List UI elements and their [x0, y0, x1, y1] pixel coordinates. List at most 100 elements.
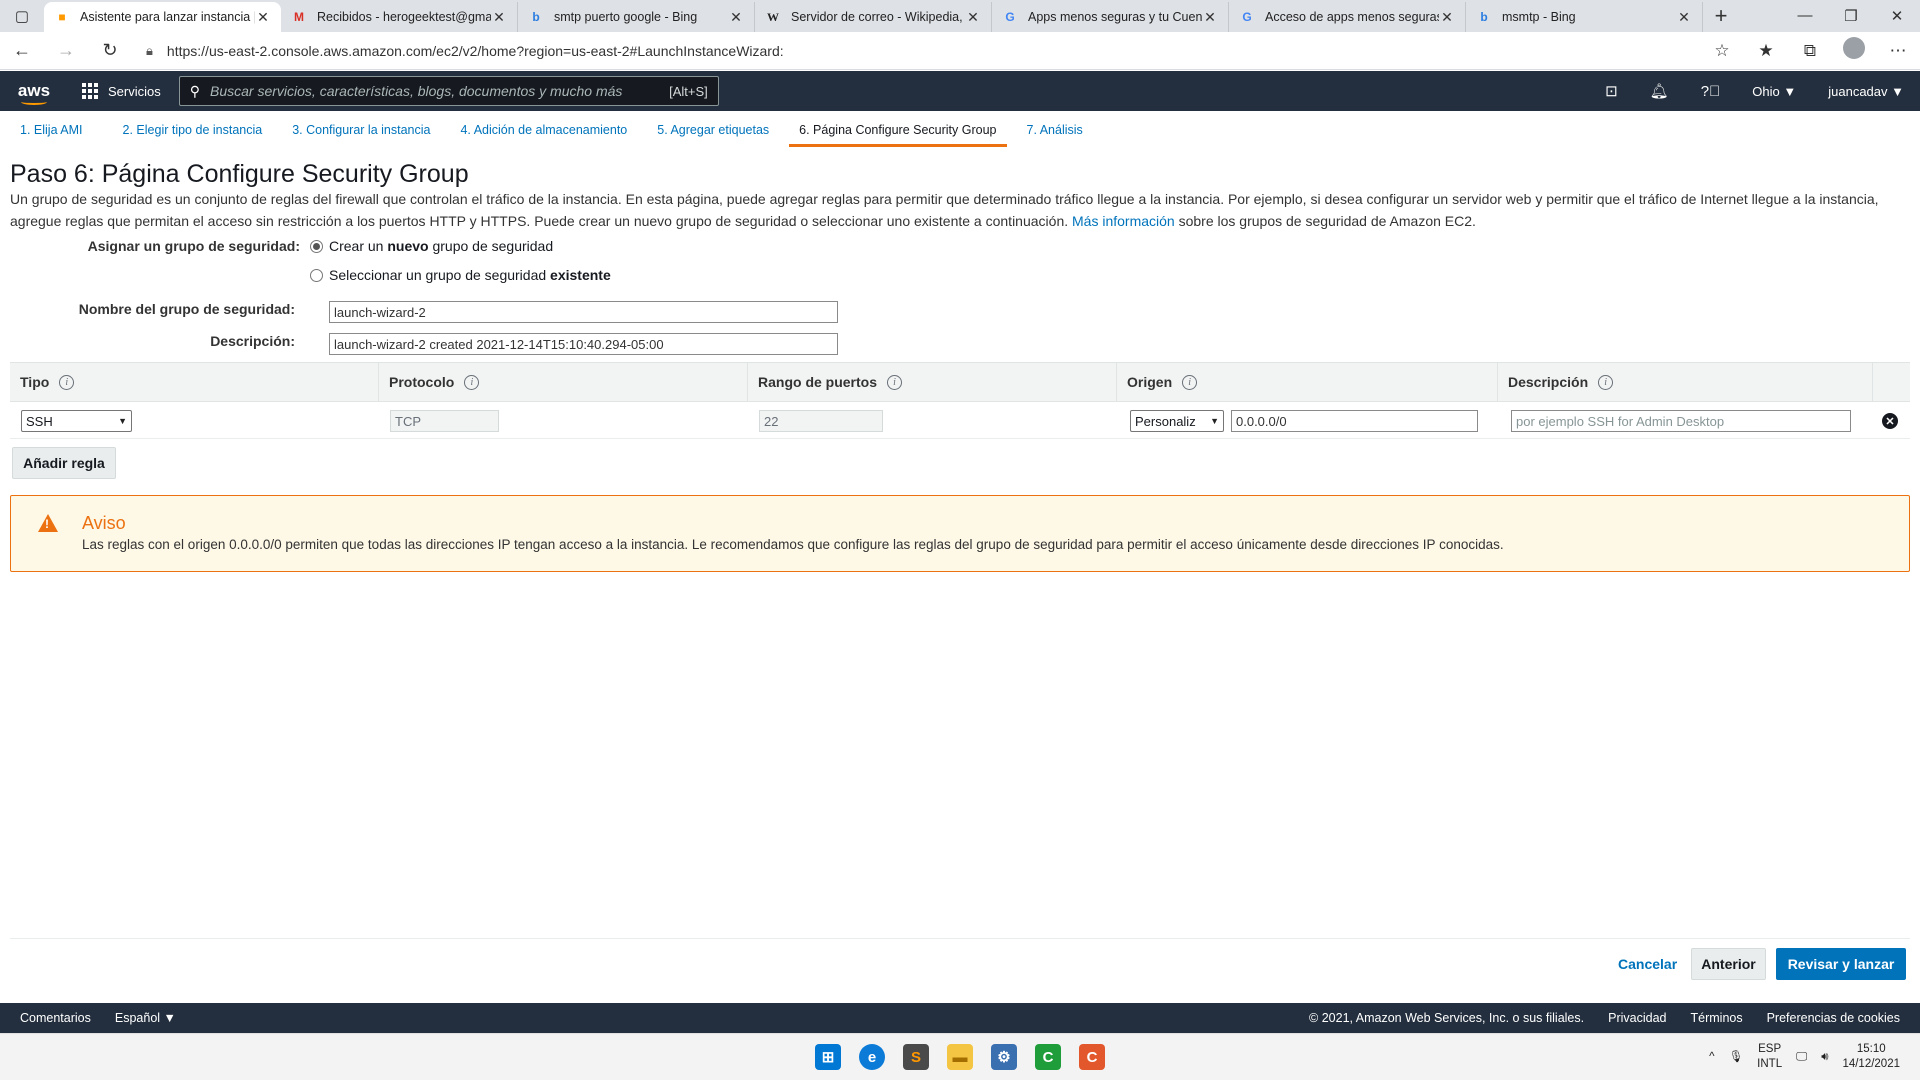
clock[interactable]: 15:10 14/12/2021 — [1842, 1042, 1900, 1072]
network-icon[interactable]: 🖵︎ — [1796, 1050, 1807, 1065]
browser-tab[interactable]: b msmtp - Bing ✕ — [1466, 2, 1703, 32]
feedback-link[interactable]: Comentarios — [20, 1011, 91, 1025]
close-tab-icon[interactable]: ✕ — [255, 9, 271, 26]
reload-icon[interactable]: ↻ — [88, 40, 132, 61]
source-cidr-field[interactable]: 0.0.0.0/0 — [1231, 410, 1478, 432]
rules-table-header: Tipo i Protocolo i Rango de puertos i Orige… — [10, 362, 1910, 402]
collections-icon[interactable]: ⧉ — [1788, 41, 1832, 61]
browser-tab[interactable]: W Servidor de correo - Wikipedia, l ✕ — [755, 2, 992, 32]
close-tab-icon[interactable]: ✕ — [728, 9, 744, 26]
step-6[interactable]: 6. Página Configure Security Group — [789, 117, 1007, 147]
browser-tab[interactable]: b smtp puerto google - Bing ✕ — [518, 2, 755, 32]
source-mode-select[interactable]: Personaliz ▼ — [1130, 410, 1224, 432]
back-icon[interactable]: ← — [0, 40, 44, 61]
more-icon[interactable]: ⋯ — [1876, 41, 1920, 61]
file-explorer-icon[interactable]: ▬ — [947, 1044, 973, 1070]
step-3[interactable]: 3. Configurar la instancia — [292, 117, 430, 147]
cookie-preferences-link[interactable]: Preferencias de cookies — [1767, 1011, 1900, 1025]
close-window-icon[interactable]: ✕ — [1874, 7, 1920, 25]
help-icon[interactable]: ?⃝ — [1685, 83, 1737, 100]
region-selector[interactable]: Ohio ▼ — [1736, 84, 1812, 99]
divider — [10, 938, 1910, 939]
wizard-steps: 1. Elija AMI 2. Elegir tipo de instancia… — [10, 117, 1093, 147]
aws-logo[interactable]: aws — [0, 81, 68, 105]
favorites-icon[interactable]: ★ — [1744, 41, 1788, 61]
browser-tab[interactable]: M Recibidos - herogeektest@gmai ✕ — [281, 2, 518, 32]
radio-new-group[interactable] — [310, 239, 323, 253]
previous-button[interactable]: Anterior — [1691, 948, 1766, 980]
cloudshell-icon[interactable]: ⊡ — [1589, 82, 1634, 100]
search-input[interactable]: ⚲ Buscar servicios, características, blo… — [178, 76, 719, 106]
lock-icon[interactable]: 🔒︎ — [146, 43, 153, 59]
group-name-field[interactable]: launch-wizard-2 — [329, 301, 838, 323]
volume-icon[interactable]: 🔊︎ — [1821, 1050, 1828, 1065]
step-2[interactable]: 2. Elegir tipo de instancia — [123, 117, 263, 147]
services-menu[interactable]: Servicios — [82, 83, 161, 99]
app-c-green-icon[interactable]: C — [1035, 1044, 1061, 1070]
bell-icon[interactable]: 🔔︎ — [1634, 82, 1685, 100]
group-description-field[interactable]: launch-wizard-2 created 2021-12-14T15:10… — [329, 333, 838, 355]
browser-tab[interactable]: G Apps menos seguras y tu Cuent ✕ — [992, 2, 1229, 32]
close-tab-icon[interactable]: ✕ — [491, 9, 507, 26]
language-selector[interactable]: Español ▼ — [115, 1011, 176, 1025]
sublime-text-icon[interactable]: S — [903, 1044, 929, 1070]
close-tab-icon[interactable]: ✕ — [965, 9, 981, 26]
user-menu[interactable]: juancadav ▼ — [1812, 84, 1920, 99]
services-label: Servicios — [108, 83, 161, 99]
chevron-up-icon[interactable]: ^ — [1709, 1050, 1714, 1065]
info-icon[interactable]: i — [59, 374, 75, 390]
more-info-link[interactable]: Más información — [1072, 213, 1175, 229]
edge-icon[interactable]: e — [859, 1044, 885, 1070]
microphone-icon[interactable]: 🎙︎ — [1729, 1050, 1744, 1065]
minimize-icon[interactable]: — — [1782, 7, 1828, 25]
remove-rule-icon[interactable]: ✕ — [1882, 413, 1898, 429]
app-c-orange-icon[interactable]: C — [1079, 1044, 1105, 1070]
info-icon[interactable]: i — [464, 374, 480, 390]
col-description: Descripción i — [1498, 362, 1873, 402]
radio-existing-group[interactable] — [310, 268, 323, 282]
step-7[interactable]: 7. Análisis — [1027, 117, 1083, 147]
radio-existing-row[interactable]: Seleccionar un grupo de seguridad existe… — [310, 267, 611, 283]
review-and-launch-button[interactable]: Revisar y lanzar — [1776, 948, 1906, 980]
privacy-link[interactable]: Privacidad — [1608, 1011, 1666, 1025]
rule-description-field[interactable]: por ejemplo SSH for Admin Desktop — [1511, 410, 1851, 432]
aws-header: aws Servicios ⚲ Buscar servicios, caract… — [0, 71, 1920, 111]
info-icon[interactable]: i — [1598, 374, 1614, 390]
info-icon[interactable]: i — [887, 374, 903, 390]
forward-icon[interactable]: → — [44, 40, 88, 61]
col-type-label: Tipo — [20, 374, 50, 390]
close-tab-icon[interactable]: ✕ — [1202, 9, 1218, 26]
type-value: SSH — [26, 413, 53, 429]
close-tab-icon[interactable]: ✕ — [1439, 9, 1455, 26]
step-1[interactable]: 1. Elija AMI — [20, 117, 83, 147]
restore-icon[interactable]: ❐ — [1828, 7, 1874, 25]
url-field[interactable]: 🔒︎ https://us-east-2.console.aws.amazon.… — [138, 35, 1690, 66]
col-port-range: Rango de puertos i — [748, 362, 1117, 402]
keyboard-language[interactable]: ESP INTL — [1757, 1042, 1782, 1072]
col-protocol: Protocolo i — [379, 362, 748, 402]
step-5[interactable]: 5. Agregar etiquetas — [657, 117, 769, 147]
type-select[interactable]: SSH ▼ — [21, 410, 132, 432]
info-icon[interactable]: i — [1182, 374, 1198, 390]
header-right: ⊡ 🔔︎ ?⃝ Ohio ▼ juancadav ▼ — [1589, 82, 1920, 101]
cancel-button[interactable]: Cancelar — [1618, 956, 1677, 972]
network-app-icon[interactable]: ⚙ — [991, 1044, 1017, 1070]
close-tab-icon[interactable]: ✕ — [1676, 9, 1692, 26]
name-row: Nombre del grupo de seguridad: — [10, 301, 295, 317]
step-4[interactable]: 4. Adición de almacenamiento — [460, 117, 627, 147]
add-favorite-icon[interactable]: ☆ — [1700, 41, 1744, 61]
port-range-value: 22 — [764, 413, 779, 429]
radio-new-row[interactable]: Crear un nuevo grupo de seguridad — [310, 238, 553, 254]
windows-start-icon[interactable]: ⊞ — [815, 1044, 841, 1070]
tab-title: smtp puerto google - Bing — [554, 10, 698, 24]
rule-description-placeholder: por ejemplo SSH for Admin Desktop — [1516, 413, 1725, 429]
url-text: https://us-east-2.console.aws.amazon.com… — [166, 42, 784, 59]
add-rule-button[interactable]: Añadir regla — [12, 447, 116, 479]
terms-link[interactable]: Términos — [1691, 1011, 1743, 1025]
profile-avatar[interactable] — [1832, 37, 1876, 64]
tab-actions-icon[interactable]: ▢ — [0, 0, 44, 32]
new-tab-icon[interactable]: + — [1703, 3, 1739, 29]
browser-tab[interactable]: G Acceso de apps menos seguras ✕ — [1229, 2, 1466, 32]
browser-tab[interactable]: ■ Asistente para lanzar instancia | E ✕ — [44, 2, 281, 32]
group-name-value: launch-wizard-2 — [334, 304, 426, 320]
